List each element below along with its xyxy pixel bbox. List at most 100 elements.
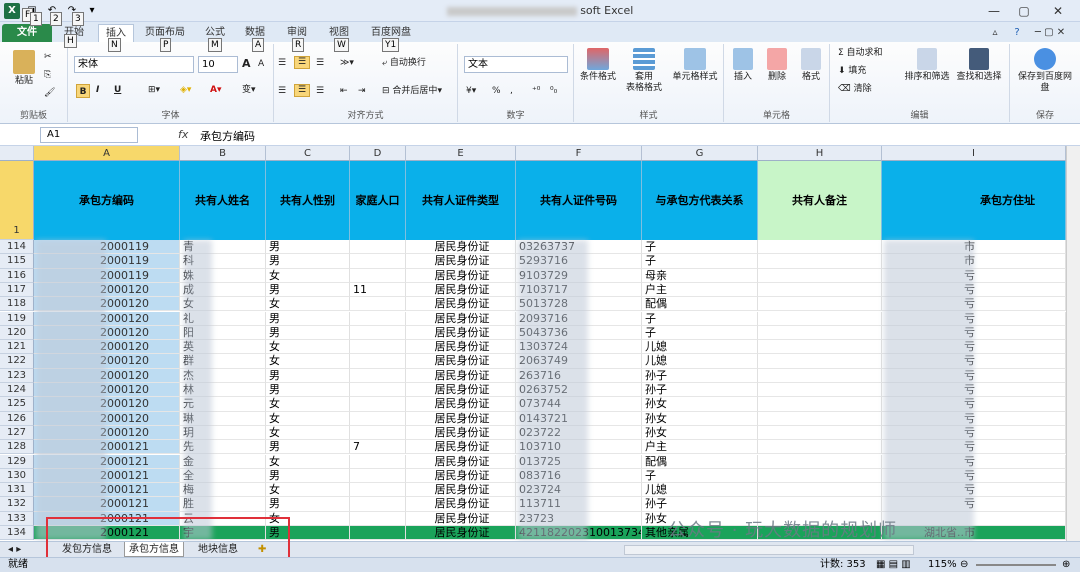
find-select-button[interactable]: 查找和选择 (954, 48, 1004, 83)
insert-cells-button[interactable]: 插入 (728, 48, 758, 83)
column-header-c[interactable]: C (266, 146, 350, 161)
minimize-ribbon-icon[interactable]: ▵ (988, 24, 1002, 42)
cell-d[interactable] (350, 483, 406, 498)
format-as-table-button[interactable]: 套用 表格格式 (622, 48, 666, 94)
column-header-a[interactable]: A (34, 146, 180, 161)
row-header[interactable]: 122 (0, 354, 34, 369)
cell-h[interactable] (758, 483, 882, 498)
cell-h[interactable] (758, 282, 882, 298)
cell-d[interactable] (350, 411, 406, 426)
cell-h[interactable] (758, 254, 882, 269)
orientation-icon[interactable]: ≫▾ (340, 58, 354, 69)
zoom-level[interactable]: 115% (928, 558, 957, 572)
cell-c[interactable]: 男 (266, 383, 350, 398)
zoom-slider[interactable] (976, 564, 1056, 566)
increase-decimal-icon[interactable]: ⁺⁰ (532, 86, 540, 97)
column-header-i[interactable]: I (882, 146, 1066, 161)
cell-g[interactable]: 子 (642, 240, 758, 255)
cell-h[interactable] (758, 311, 882, 326)
font-name-combo[interactable]: 宋体 (74, 56, 194, 73)
worksheet-grid[interactable]: A B C D E F G H I 1 承包方编码 共有人姓名 共有人性别 家庭人口 共有人证件类型 共有人证… (0, 146, 1080, 541)
cell-g[interactable]: 子 (642, 254, 758, 269)
header-cell-d[interactable]: 家庭人口 (350, 161, 406, 240)
cell-d[interactable]: 11 (350, 282, 406, 298)
underline-button[interactable]: U (114, 85, 121, 96)
cell-c[interactable]: 男 (266, 282, 350, 298)
fill-color-icon[interactable]: ◈▾ (180, 85, 191, 96)
increase-indent-icon[interactable]: ⇥ (358, 86, 366, 97)
cell-d[interactable] (350, 325, 406, 341)
cell-h[interactable] (758, 368, 882, 383)
cell-e[interactable]: 居民身份证 (406, 483, 516, 498)
cell-c[interactable]: 女 (266, 354, 350, 369)
cell-c[interactable]: 男 (266, 254, 350, 269)
border-icon[interactable]: ⊞▾ (148, 85, 160, 96)
cell-c[interactable]: 女 (266, 340, 350, 355)
zoom-in-icon[interactable]: ⊕ (1062, 558, 1070, 572)
cell-d[interactable] (350, 511, 406, 526)
column-header-f[interactable]: F (516, 146, 642, 161)
font-size-combo[interactable]: 10 (198, 56, 238, 73)
fill-button[interactable]: ⬇ 填充 (838, 66, 866, 77)
cell-c[interactable]: 男 (266, 440, 350, 455)
cell-d[interactable] (350, 297, 406, 312)
cell-h[interactable] (758, 454, 882, 469)
cell-d[interactable] (350, 368, 406, 383)
header-cell-f[interactable]: 共有人证件号码 (516, 161, 642, 240)
row-header[interactable]: 123 (0, 368, 34, 383)
copy-icon[interactable]: ⎘ (44, 70, 51, 81)
minimize-icon[interactable]: — (980, 2, 1008, 20)
header-cell-c[interactable]: 共有人性别 (266, 161, 350, 240)
cell-g[interactable]: 儿媳 (642, 340, 758, 355)
cell-h[interactable] (758, 240, 882, 255)
cell-h[interactable] (758, 325, 882, 341)
cell-styles-button[interactable]: 单元格样式 (670, 48, 720, 83)
align-top-icon[interactable]: ☰ (278, 58, 286, 69)
cell-c[interactable]: 男 (266, 368, 350, 383)
header-cell-i[interactable]: 承包方住址 (882, 161, 1066, 240)
cell-e[interactable]: 居民身份证 (406, 311, 516, 326)
select-all-corner[interactable] (0, 146, 34, 161)
cell-c[interactable]: 女 (266, 454, 350, 469)
wrap-text-button[interactable]: ⤶ 自动换行 (382, 58, 426, 69)
grow-font-button[interactable]: A (242, 58, 251, 69)
cell-d[interactable] (350, 240, 406, 255)
cell-g[interactable]: 孙子 (642, 497, 758, 512)
row-header[interactable]: 120 (0, 325, 34, 341)
row-header[interactable]: 115 (0, 254, 34, 269)
decrease-indent-icon[interactable]: ⇤ (340, 86, 348, 97)
cell-h[interactable] (758, 297, 882, 312)
cell-h[interactable] (758, 440, 882, 455)
column-header-e[interactable]: E (406, 146, 516, 161)
number-format-combo[interactable]: 文本 (464, 56, 568, 73)
delete-cells-button[interactable]: 删除 (762, 48, 792, 83)
align-center-icon[interactable]: ☰ (294, 84, 310, 97)
cell-h[interactable] (758, 425, 882, 441)
row-header[interactable]: 133 (0, 511, 34, 526)
bold-button[interactable]: B (76, 84, 90, 98)
cell-g[interactable]: 孙子 (642, 368, 758, 383)
phonetic-icon[interactable]: 变▾ (242, 85, 256, 96)
cell-e[interactable]: 居民身份证 (406, 268, 516, 283)
cell-g[interactable]: 配偶 (642, 454, 758, 469)
align-left-icon[interactable]: ☰ (278, 86, 286, 97)
cell-g[interactable]: 母亲 (642, 268, 758, 283)
cell-c[interactable]: 女 (266, 411, 350, 426)
row-header[interactable]: 124 (0, 383, 34, 398)
row-header[interactable]: 129 (0, 454, 34, 469)
cell-g[interactable]: 孙女 (642, 411, 758, 426)
cell-c[interactable]: 女 (266, 425, 350, 441)
paste-button[interactable]: 粘贴 (8, 50, 40, 87)
align-right-icon[interactable]: ☰ (316, 86, 324, 97)
cell-g[interactable]: 孙女 (642, 397, 758, 412)
cell-d[interactable] (350, 397, 406, 412)
row-header[interactable]: 121 (0, 340, 34, 355)
header-cell-h[interactable]: 共有人备注 (758, 161, 882, 240)
help-icon[interactable]: ? (1010, 24, 1024, 42)
zoom-out-icon[interactable]: ⊖ (960, 558, 968, 572)
cell-c[interactable]: 男 (266, 497, 350, 512)
cell-h[interactable] (758, 468, 882, 484)
cell-e[interactable]: 居民身份证 (406, 354, 516, 369)
column-header-h[interactable]: H (758, 146, 882, 161)
cell-d[interactable] (350, 425, 406, 441)
